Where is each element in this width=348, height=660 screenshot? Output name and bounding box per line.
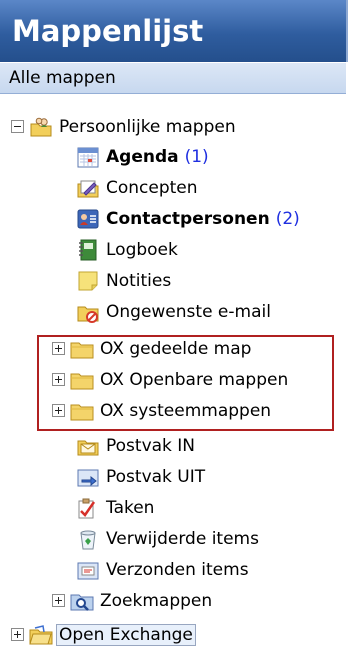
highlight-box bbox=[37, 335, 334, 431]
expand-icon[interactable] bbox=[11, 628, 24, 641]
folder-tree: Persoonlijke mappen Agenda (1) Concepten bbox=[0, 94, 348, 660]
tree-item-concepten[interactable]: Concepten bbox=[76, 172, 198, 203]
tree-item-contactpersonen[interactable]: Contactpersonen (2) bbox=[76, 203, 300, 234]
tree-item-persoonlijke-mappen[interactable]: Persoonlijke mappen bbox=[11, 111, 236, 142]
tree-label: Zoekmappen bbox=[100, 590, 213, 611]
notes-icon bbox=[78, 271, 98, 290]
tree-label: Agenda bbox=[106, 146, 179, 167]
tree-label: Ongewenste e-mail bbox=[106, 301, 271, 322]
drafts-icon bbox=[77, 180, 99, 197]
unread-count: (1) bbox=[184, 146, 209, 167]
tree-label: Verwijderde items bbox=[106, 528, 259, 549]
unread-count: (2) bbox=[275, 208, 300, 229]
tree-label: Verzonden items bbox=[106, 559, 249, 580]
expand-icon[interactable] bbox=[52, 594, 65, 607]
tree-item-notities[interactable]: Notities bbox=[76, 265, 171, 296]
tree-item-postvak-in[interactable]: Postvak IN bbox=[76, 430, 195, 461]
inbox-icon bbox=[77, 440, 99, 455]
tree-item-open-exchange[interactable]: Open Exchange bbox=[11, 619, 196, 650]
outbox-icon bbox=[77, 469, 99, 486]
deleted-items-icon bbox=[80, 530, 96, 549]
tree-label: Open Exchange bbox=[56, 623, 196, 646]
journal-icon bbox=[79, 239, 97, 260]
search-folder-icon bbox=[70, 594, 94, 611]
tree-item-taken[interactable]: Taken bbox=[76, 492, 154, 523]
all-folders-bar[interactable]: Alle mappen bbox=[0, 62, 346, 94]
personal-folders-icon bbox=[30, 117, 52, 136]
tree-label: Logboek bbox=[106, 239, 178, 260]
pane-title: Mappenlijst bbox=[12, 14, 204, 48]
tree-item-logboek[interactable]: Logboek bbox=[76, 234, 178, 265]
tasks-icon bbox=[78, 498, 96, 518]
calendar-icon bbox=[77, 147, 99, 167]
tree-item-verzonden-items[interactable]: Verzonden items bbox=[76, 554, 249, 585]
tree-item-agenda[interactable]: Agenda (1) bbox=[76, 141, 209, 172]
tree-label: Notities bbox=[106, 270, 172, 291]
tree-label: Taken bbox=[106, 497, 155, 518]
open-exchange-folder-icon bbox=[29, 624, 53, 644]
sent-items-icon bbox=[77, 562, 99, 579]
tree-label: Persoonlijke mappen bbox=[59, 116, 236, 137]
tree-label: Contactpersonen bbox=[106, 208, 270, 229]
collapse-icon[interactable] bbox=[11, 120, 24, 133]
tree-label: Postvak UIT bbox=[106, 466, 206, 487]
tree-item-verwijderde-items[interactable]: Verwijderde items bbox=[76, 523, 259, 554]
tree-item-ongewenste-email[interactable]: Ongewenste e-mail bbox=[76, 296, 271, 327]
tree-item-postvak-uit[interactable]: Postvak UIT bbox=[76, 461, 205, 492]
pane-header: Mappenlijst bbox=[0, 0, 348, 62]
tree-item-zoekmappen[interactable]: Zoekmappen bbox=[52, 585, 212, 616]
contacts-icon bbox=[77, 209, 99, 228]
junk-mail-icon bbox=[77, 306, 99, 323]
all-folders-label: Alle mappen bbox=[9, 68, 116, 88]
tree-label: Concepten bbox=[106, 177, 198, 198]
tree-label: Postvak IN bbox=[106, 435, 196, 456]
folder-pane: Mappenlijst Alle mappen Persoonlijke map… bbox=[0, 0, 348, 660]
